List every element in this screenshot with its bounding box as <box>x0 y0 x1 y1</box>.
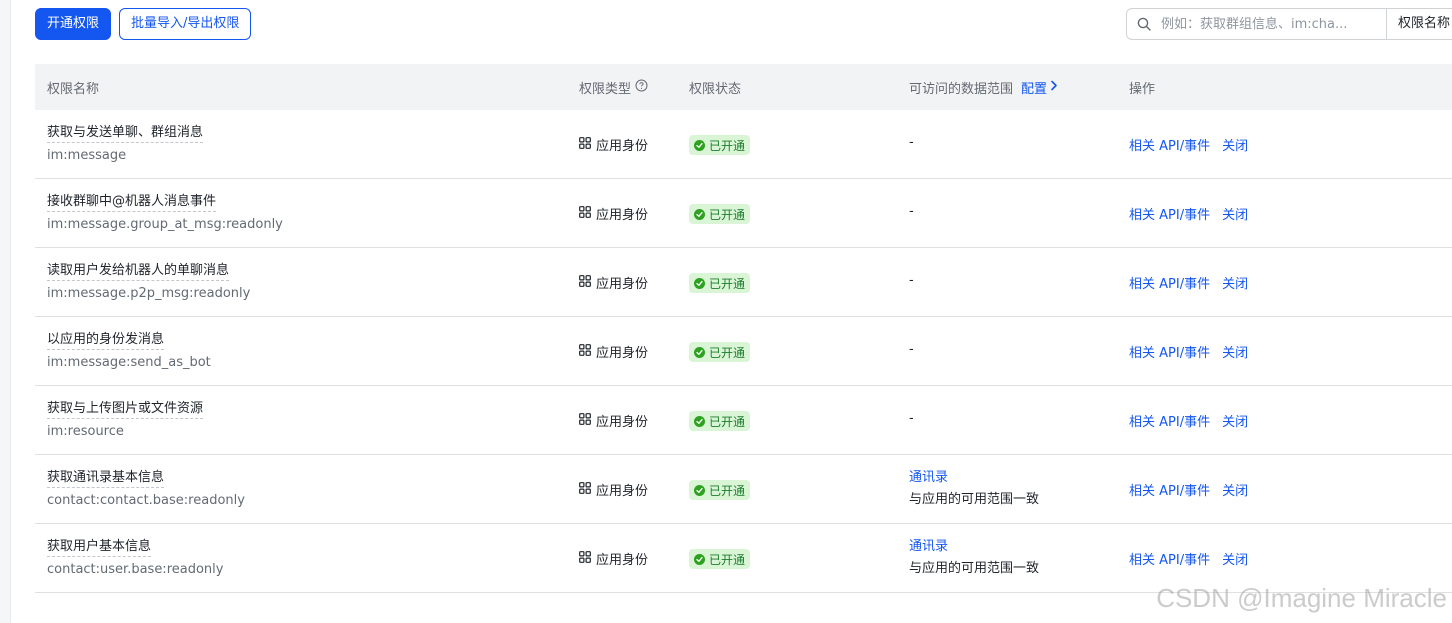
data-range-empty: - <box>909 273 914 288</box>
search-input[interactable] <box>1161 9 1386 39</box>
check-circle-icon <box>694 208 705 220</box>
app-grid-icon <box>579 136 591 153</box>
permission-code: im:message.p2p_msg:readonly <box>47 286 251 301</box>
close-permission-link[interactable]: 关闭 <box>1222 411 1248 430</box>
permission-title[interactable]: 获取用户基本信息 <box>47 538 152 557</box>
status-badge: 已开通 <box>689 342 751 362</box>
search-field-select[interactable]: 权限名称 <box>1386 9 1452 39</box>
permission-code: im:resource <box>47 424 124 439</box>
batch-import-export-button[interactable]: 批量导入/导出权限 <box>119 8 252 40</box>
permission-type: 应用身份 <box>579 204 648 223</box>
status-badge: 已开通 <box>689 549 751 569</box>
row-operations: 相关 API/事件 关闭 <box>1129 204 1248 223</box>
permission-table: 权限名称 权限类型 权限状态 可访问的数据范围 配置 操作 获取与发送单聊、群组… <box>35 64 1452 593</box>
permission-type: 应用身份 <box>579 549 648 568</box>
permission-type: 应用身份 <box>579 411 648 430</box>
close-permission-link[interactable]: 关闭 <box>1222 549 1248 568</box>
close-permission-link[interactable]: 关闭 <box>1222 480 1248 499</box>
status-badge: 已开通 <box>689 480 751 500</box>
close-permission-link[interactable]: 关闭 <box>1222 342 1248 361</box>
header-operations: 操作 <box>1129 81 1156 97</box>
search-icon <box>1127 17 1161 31</box>
app-grid-icon <box>579 205 591 222</box>
permission-code: contact:contact.base:readonly <box>47 493 245 508</box>
app-grid-icon <box>579 274 591 291</box>
header-permission-name: 权限名称 <box>47 81 100 97</box>
status-badge: 已开通 <box>689 273 751 293</box>
data-range-empty: - <box>909 342 914 357</box>
row-operations: 相关 API/事件 关闭 <box>1129 480 1248 499</box>
permission-code: im:message:send_as_bot <box>47 355 211 370</box>
permission-title[interactable]: 获取与上传图片或文件资源 <box>47 400 204 419</box>
status-badge: 已开通 <box>689 135 751 155</box>
check-circle-icon <box>694 277 705 289</box>
row-operations: 相关 API/事件 关闭 <box>1129 549 1248 568</box>
app-grid-icon <box>579 412 591 429</box>
permission-search: 权限名称 <box>1126 8 1452 40</box>
close-permission-link[interactable]: 关闭 <box>1222 204 1248 223</box>
permission-title[interactable]: 读取用户发给机器人的单聊消息 <box>47 262 230 281</box>
data-range-note: 与应用的可用范围一致 <box>909 492 1040 507</box>
permission-code: im:message.group_at_msg:readonly <box>47 217 283 232</box>
watermark: CSDN @Imagine Miracle <box>1156 583 1447 613</box>
related-api-link[interactable]: 相关 API/事件 <box>1129 549 1210 568</box>
header-data-range: 可访问的数据范围 配置 <box>909 64 1058 110</box>
app-grid-icon <box>579 550 591 567</box>
row-operations: 相关 API/事件 关闭 <box>1129 273 1248 292</box>
table-row: 获取与上传图片或文件资源 im:resource 应用身份 已开通 - 相关 A… <box>35 386 1452 455</box>
app-grid-icon <box>579 481 591 498</box>
check-circle-icon <box>694 553 705 565</box>
table-row: 读取用户发给机器人的单聊消息 im:message.p2p_msg:readon… <box>35 248 1452 317</box>
app-grid-icon <box>579 343 591 360</box>
permission-code: contact:user.base:readonly <box>47 562 224 577</box>
data-range-empty: - <box>909 411 914 426</box>
permission-title[interactable]: 接收群聊中@机器人消息事件 <box>47 193 217 212</box>
grant-permission-button[interactable]: 开通权限 <box>35 8 112 40</box>
chevron-right-icon <box>1050 80 1058 95</box>
range-config-link[interactable]: 配置 <box>1021 78 1058 97</box>
header-permission-status: 权限状态 <box>689 81 742 97</box>
table-row: 获取与发送单聊、群组消息 im:message 应用身份 已开通 - 相关 AP… <box>35 110 1452 179</box>
related-api-link[interactable]: 相关 API/事件 <box>1129 342 1210 361</box>
data-range-link[interactable]: 通讯录 <box>909 538 948 556</box>
data-range-note: 与应用的可用范围一致 <box>909 561 1040 576</box>
permission-type: 应用身份 <box>579 273 648 292</box>
related-api-link[interactable]: 相关 API/事件 <box>1129 411 1210 430</box>
table-row: 接收群聊中@机器人消息事件 im:message.group_at_msg:re… <box>35 179 1452 248</box>
permission-code: im:message <box>47 148 127 163</box>
row-operations: 相关 API/事件 关闭 <box>1129 135 1248 154</box>
permission-type: 应用身份 <box>579 342 648 361</box>
help-circle-icon[interactable] <box>635 79 648 96</box>
table-header: 权限名称 权限类型 权限状态 可访问的数据范围 配置 操作 <box>35 64 1452 110</box>
status-badge: 已开通 <box>689 204 751 224</box>
row-operations: 相关 API/事件 关闭 <box>1129 411 1248 430</box>
check-circle-icon <box>694 484 705 496</box>
status-badge: 已开通 <box>689 411 751 431</box>
related-api-link[interactable]: 相关 API/事件 <box>1129 135 1210 154</box>
data-range-empty: - <box>909 204 914 219</box>
close-permission-link[interactable]: 关闭 <box>1222 273 1248 292</box>
left-sidebar-edge <box>0 0 11 623</box>
toolbar: 开通权限 批量导入/导出权限 <box>35 8 252 40</box>
table-row: 以应用的身份发消息 im:message:send_as_bot 应用身份 已开… <box>35 317 1452 386</box>
close-permission-link[interactable]: 关闭 <box>1222 135 1248 154</box>
permission-title[interactable]: 获取与发送单聊、群组消息 <box>47 124 204 143</box>
permission-type: 应用身份 <box>579 480 648 499</box>
permission-title[interactable]: 获取通讯录基本信息 <box>47 469 165 488</box>
related-api-link[interactable]: 相关 API/事件 <box>1129 204 1210 223</box>
table-row: 获取通讯录基本信息 contact:contact.base:readonly … <box>35 455 1452 524</box>
check-circle-icon <box>694 139 705 151</box>
data-range-link[interactable]: 通讯录 <box>909 469 948 487</box>
check-circle-icon <box>694 346 705 358</box>
related-api-link[interactable]: 相关 API/事件 <box>1129 273 1210 292</box>
permission-title[interactable]: 以应用的身份发消息 <box>47 331 165 350</box>
header-permission-type: 权限类型 <box>579 64 648 110</box>
permission-type: 应用身份 <box>579 135 648 154</box>
data-range-empty: - <box>909 135 914 150</box>
check-circle-icon <box>694 415 705 427</box>
table-body: 获取与发送单聊、群组消息 im:message 应用身份 已开通 - 相关 AP… <box>35 110 1452 593</box>
related-api-link[interactable]: 相关 API/事件 <box>1129 480 1210 499</box>
row-operations: 相关 API/事件 关闭 <box>1129 342 1248 361</box>
